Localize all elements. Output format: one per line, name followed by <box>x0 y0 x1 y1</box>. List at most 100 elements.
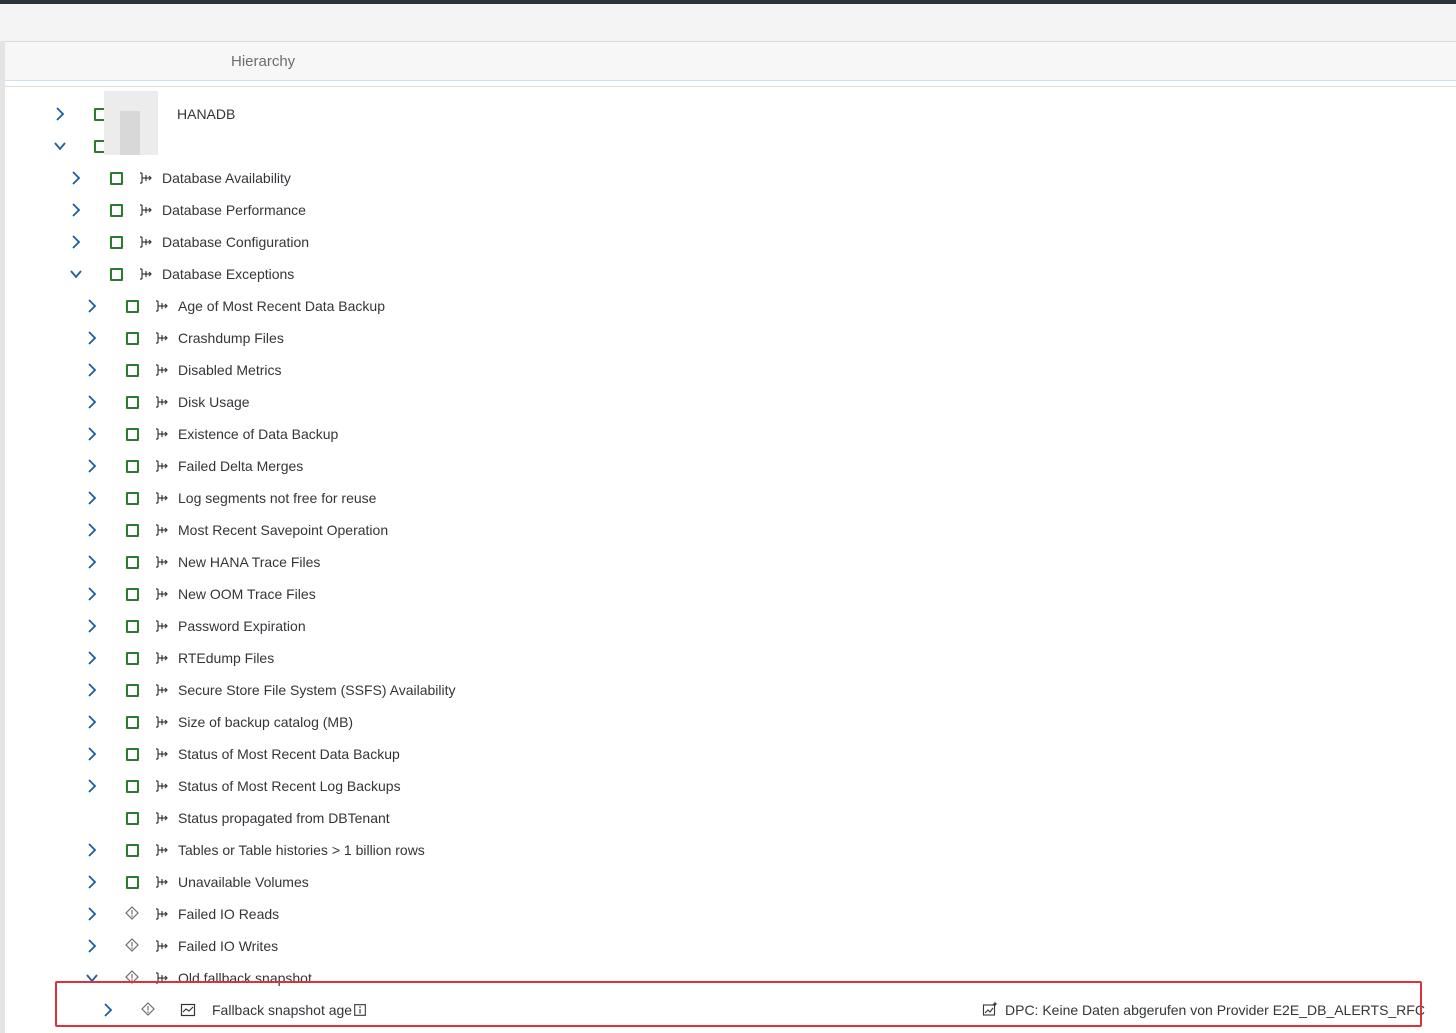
status-ok-icon <box>110 172 123 185</box>
column-header-hierarchy[interactable]: Hierarchy <box>231 53 295 70</box>
chevron-right-icon[interactable] <box>85 747 99 761</box>
status-ok-icon <box>126 460 139 473</box>
status-ok-icon <box>126 684 139 697</box>
tree-node-label: Failed IO Reads <box>178 906 280 922</box>
hierarchy-node-icon <box>140 172 152 184</box>
status-ok-icon <box>126 844 139 857</box>
chevron-right-icon[interactable] <box>85 843 99 857</box>
tree-row[interactable]: Secure Store File System (SSFS) Availabi… <box>20 674 1456 706</box>
tree-row[interactable]: Tables or Table histories > 1 billion ro… <box>20 834 1456 866</box>
tree-node-label: Age of Most Recent Data Backup <box>178 298 385 314</box>
chevron-right-icon[interactable] <box>85 395 99 409</box>
tree-node-label: Database Performance <box>162 202 306 218</box>
status-ok-icon <box>126 300 139 313</box>
tree-node-label: Existence of Data Backup <box>178 426 339 442</box>
tree-row[interactable]: Password Expiration <box>20 610 1456 642</box>
tree-row[interactable]: New OOM Trace Files <box>20 578 1456 610</box>
tree-node-label: New HANA Trace Files <box>178 554 321 570</box>
chevron-right-icon[interactable] <box>85 299 99 313</box>
tree-node-label: Database Exceptions <box>162 266 295 282</box>
chevron-right-icon[interactable] <box>85 331 99 345</box>
tree-row[interactable]: Database Performance <box>20 194 1456 226</box>
chevron-right-icon[interactable] <box>85 459 99 473</box>
status-ok-icon <box>126 556 139 569</box>
tree-node-label: Status of Most Recent Log Backups <box>178 778 401 794</box>
hierarchy-node-icon <box>156 620 168 632</box>
header-divider <box>5 86 1456 87</box>
chevron-right-icon[interactable] <box>85 427 99 441</box>
tree-row[interactable]: Database Availability <box>20 162 1456 194</box>
status-ok-icon <box>110 268 123 281</box>
hierarchy-node-icon <box>140 268 152 280</box>
hierarchy-node-icon <box>156 524 168 536</box>
status-ok-icon <box>126 396 139 409</box>
tree-row[interactable]: Database Configuration <box>20 226 1456 258</box>
status-ok-icon <box>110 236 123 249</box>
tree-row[interactable]: Failed IO Reads <box>20 898 1456 930</box>
tree-row[interactable]: Database Exceptions <box>20 258 1456 290</box>
hierarchy-node-icon <box>156 716 168 728</box>
tree-node-label: HANADB <box>177 106 236 122</box>
tree-row[interactable]: RTEdump Files <box>20 642 1456 674</box>
tree-node-label: Log segments not free for reuse <box>178 490 377 506</box>
tree-row[interactable]: Existence of Data Backup <box>20 418 1456 450</box>
tree-row[interactable]: Status of Most Recent Log Backups <box>20 770 1456 802</box>
hierarchy-tree: HANADB Database Availability Database Perf… <box>20 88 1456 1033</box>
hierarchy-node-icon <box>156 492 168 504</box>
chevron-right-icon[interactable] <box>53 107 67 121</box>
tree-row[interactable]: Unavailable Volumes <box>20 866 1456 898</box>
tree-row[interactable]: Log segments not free for reuse <box>20 482 1456 514</box>
chevron-right-icon[interactable] <box>85 619 99 633</box>
chevron-right-icon[interactable] <box>85 875 99 889</box>
chevron-right-icon[interactable] <box>85 651 99 665</box>
hierarchy-node-icon <box>156 652 168 664</box>
status-unknown-diamond-icon <box>125 938 139 952</box>
hierarchy-node-icon <box>156 556 168 568</box>
chevron-right-icon[interactable] <box>85 907 99 921</box>
chevron-right-icon[interactable] <box>85 587 99 601</box>
chevron-right-icon[interactable] <box>85 939 99 953</box>
status-ok-icon <box>126 812 139 825</box>
tree-row[interactable]: Most Recent Savepoint Operation <box>20 514 1456 546</box>
status-ok-icon <box>126 652 139 665</box>
chevron-down-icon[interactable] <box>69 267 83 281</box>
hierarchy-node-icon <box>156 332 168 344</box>
chevron-down-icon[interactable] <box>53 139 67 153</box>
tree-row[interactable]: Disk Usage <box>20 386 1456 418</box>
tree-row[interactable]: Age of Most Recent Data Backup <box>20 290 1456 322</box>
tree-row[interactable]: Failed Delta Merges <box>20 450 1456 482</box>
chevron-right-icon[interactable] <box>69 235 83 249</box>
tree-row[interactable] <box>20 130 1456 162</box>
tree-node-label: Crashdump Files <box>178 330 284 346</box>
chevron-right-icon[interactable] <box>85 715 99 729</box>
chevron-right-icon[interactable] <box>69 171 83 185</box>
tree-row[interactable]: Disabled Metrics <box>20 354 1456 386</box>
hierarchy-node-icon <box>156 396 168 408</box>
status-ok-icon <box>126 620 139 633</box>
tree-node-label: Most Recent Savepoint Operation <box>178 522 389 538</box>
redacted-system-name <box>104 91 158 155</box>
chevron-right-icon[interactable] <box>85 555 99 569</box>
status-ok-icon <box>126 748 139 761</box>
chevron-right-icon[interactable] <box>85 363 99 377</box>
tree-row[interactable]: Status propagated from DBTenant <box>20 802 1456 834</box>
hierarchy-node-icon <box>156 844 168 856</box>
chevron-right-icon[interactable] <box>69 203 83 217</box>
tree-row[interactable]: Crashdump Files <box>20 322 1456 354</box>
status-ok-icon <box>126 332 139 345</box>
status-ok-icon <box>126 588 139 601</box>
tree-row[interactable]: HANADB <box>20 98 1456 130</box>
hierarchy-node-icon <box>156 300 168 312</box>
chevron-right-icon[interactable] <box>85 491 99 505</box>
tree-node-label: Disk Usage <box>178 394 250 410</box>
tree-node-label: Unavailable Volumes <box>178 874 309 890</box>
chevron-right-icon[interactable] <box>85 779 99 793</box>
tree-row[interactable]: Size of backup catalog (MB) <box>20 706 1456 738</box>
chevron-right-icon[interactable] <box>85 523 99 537</box>
tree-row[interactable]: Failed IO Writes <box>20 930 1456 962</box>
tree-node-label: Failed IO Writes <box>178 938 279 954</box>
chevron-right-icon[interactable] <box>85 683 99 697</box>
status-ok-icon <box>126 524 139 537</box>
tree-row[interactable]: New HANA Trace Files <box>20 546 1456 578</box>
tree-row[interactable]: Status of Most Recent Data Backup <box>20 738 1456 770</box>
